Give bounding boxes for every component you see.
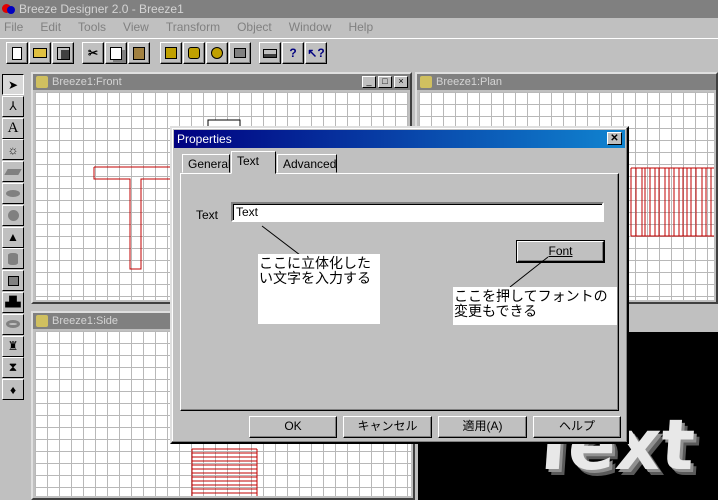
tab-text[interactable]: Text [231,151,276,174]
font-hint-callout: ここを押してフォントの変更もできる [453,287,617,325]
input-hint-callout: ここに立体化したい文字を入力する [258,254,380,324]
callout-leader-lines [261,225,549,288]
